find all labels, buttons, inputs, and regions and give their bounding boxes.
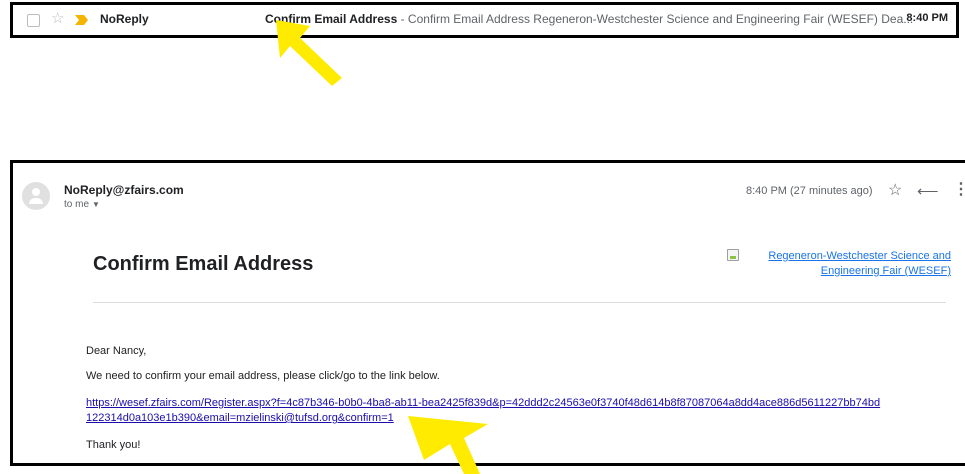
- logo-alt-text[interactable]: Regeneron-Westchester Science and Engine…: [761, 249, 951, 279]
- chevron-down-icon[interactable]: ▼: [92, 200, 100, 209]
- reply-icon[interactable]: ⟵: [917, 182, 939, 200]
- inbox-snippet: - Confirm Email Address Regeneron-Westch…: [397, 12, 914, 26]
- divider: [93, 302, 946, 303]
- inbox-sender: NoReply: [100, 12, 149, 26]
- checkbox-icon[interactable]: [27, 14, 40, 27]
- sender-address[interactable]: NoReply@zfairs.com: [64, 183, 184, 197]
- avatar-icon[interactable]: [22, 182, 50, 210]
- inbox-subject-line: Confirm Email Address - Confirm Email Ad…: [265, 12, 913, 26]
- more-vert-icon[interactable]: ⋮: [953, 179, 965, 199]
- recipient-label: to me: [64, 199, 90, 210]
- message-time: 8:40 PM (27 minutes ago): [746, 185, 873, 197]
- inbox-row-panel: ☆ NoReply Confirm Email Address - Confir…: [10, 2, 959, 38]
- star-icon[interactable]: ☆: [888, 180, 902, 200]
- greeting: Dear Nancy,: [86, 345, 147, 357]
- closing-text: Thank you!: [86, 439, 141, 451]
- star-icon[interactable]: ☆: [51, 9, 64, 27]
- broken-image-icon: [727, 249, 739, 261]
- recipient-line[interactable]: to me ▼: [64, 199, 100, 210]
- email-title: Confirm Email Address: [93, 253, 314, 275]
- yellow-arrow-icon: [276, 20, 342, 86]
- inbox-time: 8:40 PM: [906, 12, 948, 24]
- intro-text: We need to confirm your email address, p…: [86, 370, 440, 382]
- inbox-row[interactable]: ☆ NoReply Confirm Email Address - Confir…: [13, 5, 956, 35]
- yellow-arrow-icon: [408, 416, 488, 474]
